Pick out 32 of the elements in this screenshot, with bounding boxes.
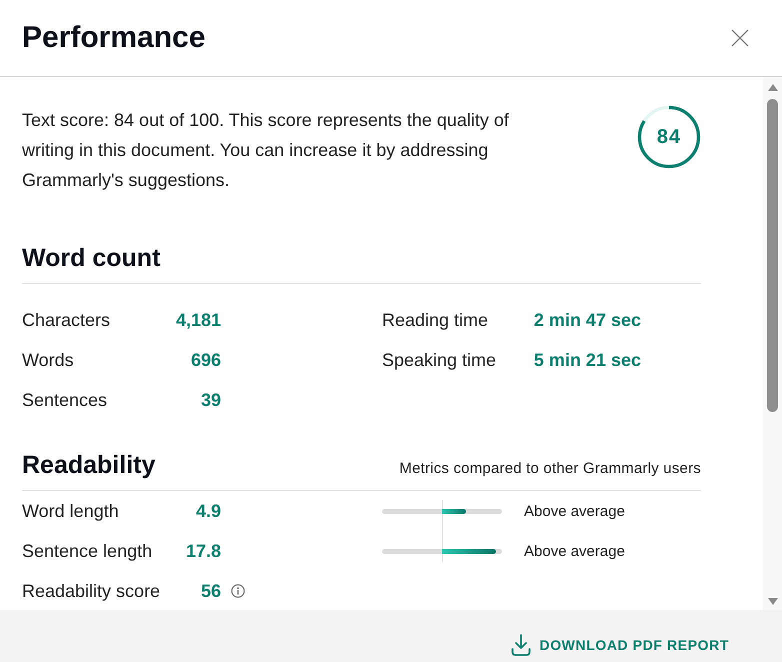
stat-label: Reading time xyxy=(382,310,488,330)
stat-label: Sentences xyxy=(22,390,108,410)
score-description: Text score: 84 out of 100. This score represents the quality of writing in this document. You can increase it by addressing Grammarly's suggestions. xyxy=(22,109,510,192)
metric-value: 17.8 xyxy=(186,540,221,562)
info-icon[interactable] xyxy=(231,584,245,598)
stat-value: 2 min 47 sec xyxy=(534,310,641,330)
metric-value: 4.9 xyxy=(196,500,221,522)
section-heading: Word count xyxy=(22,243,160,273)
metric-label: Readability score xyxy=(22,580,160,602)
section-heading: Readability xyxy=(22,450,156,480)
stat-value: 696 xyxy=(190,350,221,370)
close-icon xyxy=(731,29,749,47)
metric-label: Word length xyxy=(22,500,119,522)
download-pdf-button[interactable]: DOWNLOAD PDF REPORT xyxy=(503,631,737,659)
rating-text: Above average xyxy=(524,502,625,520)
metric-label: Sentence length xyxy=(22,540,152,562)
rating-text: Above average xyxy=(524,542,625,560)
scroll-up-icon[interactable] xyxy=(768,84,778,91)
comparison-note: Metrics compared to other Grammarly users xyxy=(399,460,701,477)
window-title: Performance xyxy=(22,23,206,53)
stat-label: Speaking time xyxy=(382,350,496,370)
scroll-down-icon[interactable] xyxy=(768,598,778,605)
stat-label: Words xyxy=(22,350,74,370)
scrollbar[interactable] xyxy=(763,77,782,610)
stat-value: 4,181 xyxy=(176,310,221,330)
stat-value: 5 min 21 sec xyxy=(534,350,641,370)
stat-value: 39 xyxy=(200,390,221,410)
scrollbar-thumb[interactable] xyxy=(767,99,778,412)
download-icon xyxy=(511,634,532,656)
score-value: 84 xyxy=(656,127,682,147)
metric-value: 56 xyxy=(200,580,221,602)
stat-label: Characters xyxy=(22,310,110,330)
